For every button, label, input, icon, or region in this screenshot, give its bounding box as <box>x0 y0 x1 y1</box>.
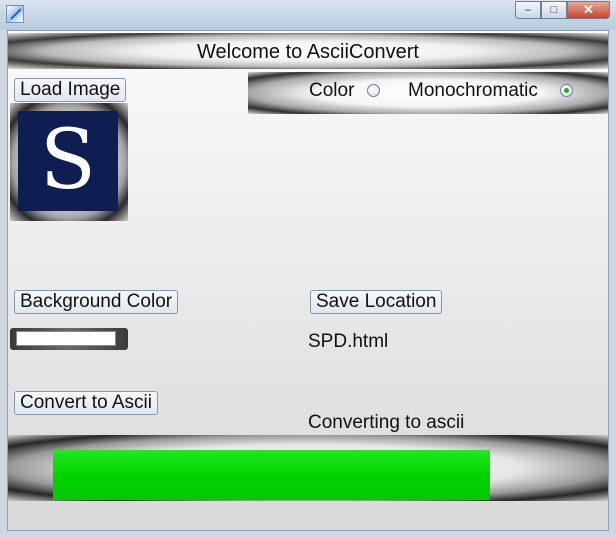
minimize-icon[interactable]: – <box>515 1 541 19</box>
background-color-swatch-frame <box>10 328 128 350</box>
convert-to-ascii-button[interactable]: Convert to Ascii <box>14 391 158 415</box>
app-client-area: Welcome to AsciiConvert Load Image Color… <box>7 30 609 531</box>
progress-banner <box>8 435 608 501</box>
save-filename: SPD.html <box>308 331 389 352</box>
monochromatic-radio-label: Monochromatic <box>408 80 538 101</box>
close-icon[interactable]: ✕ <box>567 1 610 19</box>
image-preview: S <box>18 111 118 211</box>
monochromatic-radio[interactable] <box>560 84 573 97</box>
load-image-button[interactable]: Load Image <box>14 78 127 102</box>
window-titlebar[interactable]: – □ ✕ <box>0 0 616 30</box>
mode-radio-group: Color Monochromatic <box>248 72 608 114</box>
progress-bar <box>53 450 508 500</box>
progress-fill <box>53 450 490 500</box>
color-radio[interactable] <box>367 84 380 97</box>
preview-logo-glyph: S <box>39 113 97 208</box>
background-color-button[interactable]: Background Color <box>14 290 179 314</box>
save-location-button[interactable]: Save Location <box>310 290 443 314</box>
page-title: Welcome to AsciiConvert <box>197 41 419 63</box>
background-color-swatch[interactable] <box>16 331 116 346</box>
window-controls: – □ ✕ <box>515 1 610 21</box>
app-icon <box>6 5 24 23</box>
header-banner: Welcome to AsciiConvert <box>8 33 608 69</box>
status-text: Converting to ascii <box>308 412 465 433</box>
maximize-icon[interactable]: □ <box>541 1 567 19</box>
image-preview-frame: S <box>10 103 128 221</box>
color-radio-label: Color <box>309 80 355 101</box>
